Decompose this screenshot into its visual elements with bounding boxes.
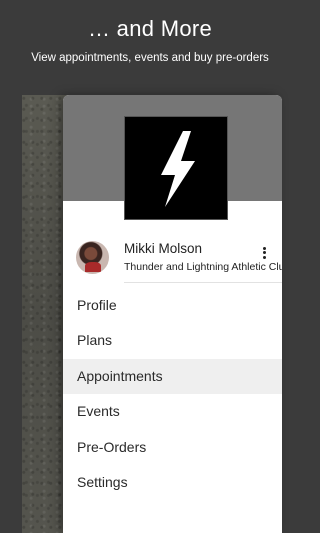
avatar (76, 241, 109, 274)
more-vert-icon[interactable] (259, 245, 269, 263)
menu-item-settings[interactable]: Settings (63, 465, 282, 500)
navigation-drawer: Mikki Molson Thunder and Lightning Athle… (63, 95, 282, 533)
user-name: Mikki Molson (124, 241, 203, 256)
divider (124, 282, 282, 283)
menu-item-profile[interactable]: Profile (63, 288, 282, 323)
menu-item-events[interactable]: Events (63, 394, 282, 429)
drawer-menu: Profile Plans Appointments Events Pre-Or… (63, 288, 282, 500)
user-profile-row[interactable]: Mikki Molson Thunder and Lightning Athle… (63, 241, 282, 281)
menu-item-pre-orders[interactable]: Pre-Orders (63, 430, 282, 465)
club-logo (124, 116, 228, 220)
promo-subtitle: View appointments, events and buy pre-or… (31, 52, 269, 64)
menu-item-plans[interactable]: Plans (63, 323, 282, 358)
promo-title: … and More (87, 16, 213, 41)
lightning-bolt-icon (161, 131, 195, 207)
menu-item-appointments[interactable]: Appointments (63, 358, 282, 395)
